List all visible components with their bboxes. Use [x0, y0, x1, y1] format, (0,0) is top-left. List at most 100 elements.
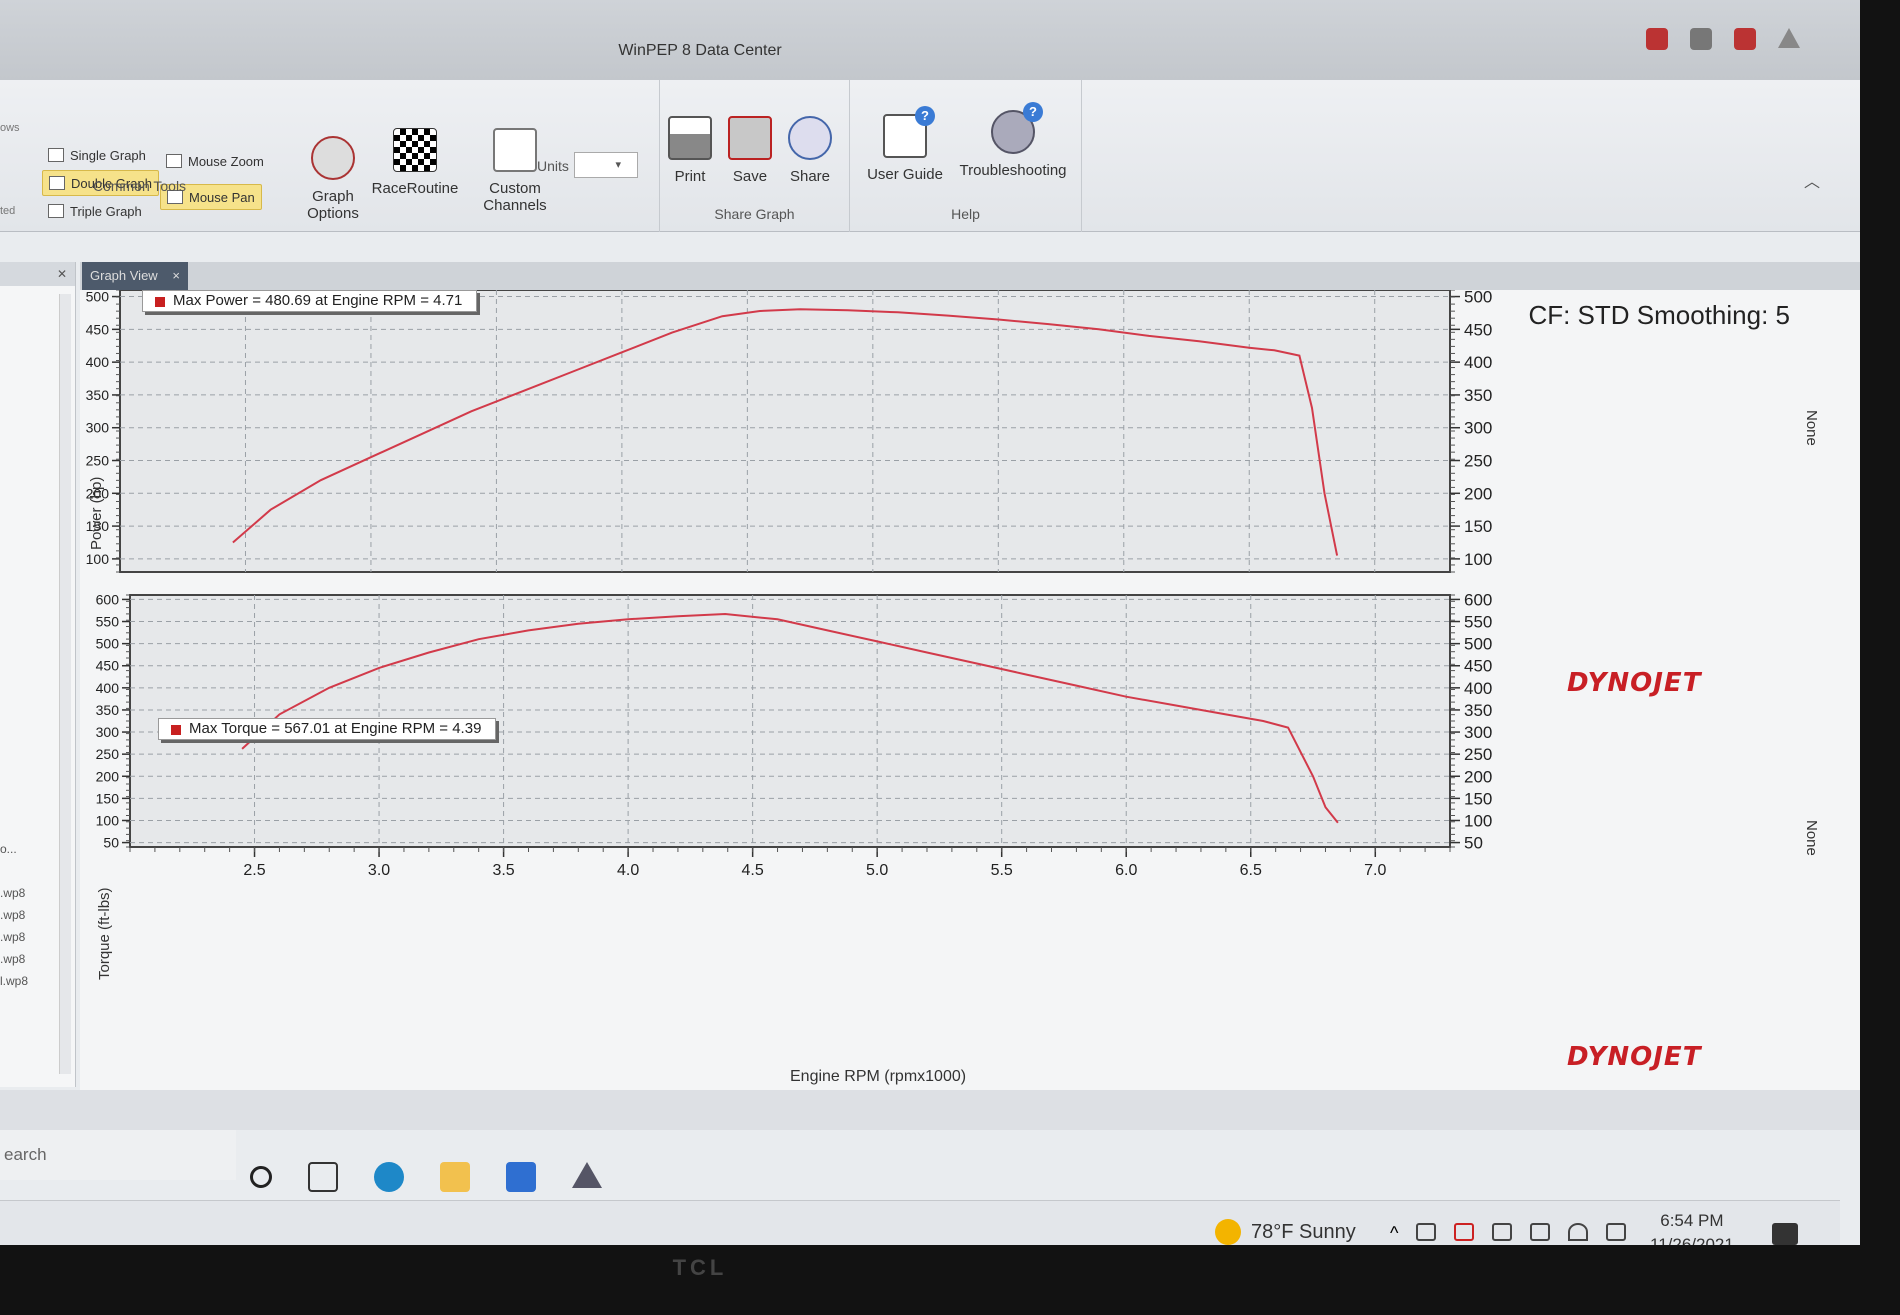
- share-button[interactable]: Share: [778, 116, 842, 185]
- display-icon[interactable]: [1492, 1223, 1513, 1241]
- save-label: Save: [732, 168, 768, 185]
- file-item[interactable]: .wp8: [0, 882, 28, 904]
- printer-icon: [668, 116, 712, 160]
- clock[interactable]: 6:54 PM 11/26/2021: [1650, 1209, 1734, 1245]
- document-tab-bar: Graph View ×: [80, 262, 1860, 290]
- wifi-icon[interactable]: [1568, 1223, 1589, 1241]
- user-guide-button[interactable]: ? User Guide: [860, 106, 950, 183]
- tab-graph-view-label: Graph View: [90, 268, 158, 283]
- x-tick-label: 5.5: [991, 862, 1013, 879]
- torque-y-tick-label: 300: [96, 724, 120, 740]
- x-tick-label: 6.0: [1115, 862, 1137, 879]
- notifications-icon[interactable]: [1772, 1223, 1798, 1245]
- taskbar-apps: [250, 1162, 602, 1192]
- torque-y2-tick-label: 450: [1464, 657, 1492, 676]
- power-y-tick-label: 400: [86, 354, 110, 370]
- file-item[interactable]: .wp8: [0, 926, 28, 948]
- edge-icon[interactable]: [374, 1162, 404, 1192]
- share-graph-group: Print Save Share Share Graph: [660, 80, 850, 232]
- power-right-axis-label: None: [1803, 410, 1820, 446]
- window-title: WinPEP 8 Data Center: [618, 42, 782, 59]
- save-button[interactable]: Save: [718, 116, 782, 185]
- user-guide-icon: ?: [883, 106, 935, 158]
- triple-graph-button[interactable]: Triple Graph: [42, 198, 148, 224]
- power-y-tick-label: 350: [86, 387, 110, 403]
- app-triangle-icon[interactable]: [1778, 28, 1800, 48]
- status-area: [0, 1090, 1860, 1130]
- battery-icon[interactable]: [1530, 1223, 1551, 1241]
- cortana-icon[interactable]: [250, 1166, 272, 1188]
- chevron-up-icon[interactable]: ^: [1390, 1223, 1398, 1244]
- graph-view[interactable]: Dynojet Research Two Auto Solutions Dyno…: [80, 290, 1860, 1090]
- print-button[interactable]: Print: [658, 116, 722, 185]
- graph-options-icon: [311, 136, 355, 180]
- power-legend: Max Power = 480.69 at Engine RPM = 4.71: [142, 290, 478, 312]
- file-explorer-icon[interactable]: [440, 1162, 470, 1192]
- torque-y-tick-label: 50: [103, 835, 119, 851]
- checkered-flag-icon: [393, 128, 437, 172]
- torque-y2-tick-label: 200: [1464, 767, 1492, 786]
- weather-widget[interactable]: 78°F Sunny: [1215, 1219, 1356, 1245]
- units-dropdown[interactable]: ▾: [574, 152, 638, 178]
- torque-y-tick-label: 550: [96, 614, 120, 630]
- torque-y2-tick-label: 250: [1464, 745, 1492, 764]
- screen: WinPEP 8 Data Center ows ted Single Grap…: [0, 0, 1860, 1245]
- race-routine-label: RaceRoutine: [371, 180, 459, 197]
- x-tick-label: 4.5: [742, 862, 764, 879]
- power-plot-area: [119, 290, 1451, 573]
- file-item[interactable]: l.wp8: [0, 970, 28, 992]
- left-panel-ellipsis: o...: [0, 842, 17, 856]
- torque-legend: Max Torque = 567.01 at Engine RPM = 4.39: [158, 718, 497, 740]
- onedrive-error-icon[interactable]: [1454, 1223, 1475, 1241]
- x-tick-label: 6.5: [1240, 862, 1262, 879]
- torque-legend-swatch: [171, 725, 181, 735]
- troubleshooting-label: Troubleshooting: [959, 162, 1067, 179]
- power-y2-tick-label: 350: [1464, 386, 1492, 405]
- ribbon-collapse-icon[interactable]: ︿: [1804, 168, 1820, 192]
- print-label: Print: [674, 168, 706, 185]
- clock-date: 11/26/2021: [1650, 1235, 1734, 1245]
- torque-y2-tick-label: 100: [1464, 811, 1492, 830]
- x-tick-label: 7.0: [1364, 862, 1386, 879]
- power-y-tick-label: 300: [86, 420, 110, 436]
- power-legend-swatch: [155, 297, 165, 307]
- clock-time: 6:54 PM: [1660, 1211, 1724, 1230]
- winpep-icon[interactable]: [572, 1162, 602, 1188]
- share-icon: [788, 116, 832, 160]
- file-item[interactable]: .wp8: [0, 904, 28, 926]
- close-icon[interactable]: ×: [172, 262, 180, 290]
- mouse-zoom-button[interactable]: Mouse Zoom: [160, 148, 270, 174]
- common-tools-label: Common Tools: [92, 178, 187, 194]
- torque-y-tick-label: 200: [96, 768, 120, 784]
- torque-y2-tick-label: 50: [1464, 834, 1483, 853]
- app-shield-icon[interactable]: [1734, 28, 1756, 50]
- app-red-icon[interactable]: [1646, 28, 1668, 50]
- store-icon[interactable]: [506, 1162, 536, 1192]
- x-tick-label: 2.5: [243, 862, 265, 879]
- power-y2-tick-label: 300: [1464, 419, 1492, 438]
- ribbon-cut-label: ows: [0, 122, 20, 134]
- left-panel-scrollbar[interactable]: [59, 294, 71, 1074]
- volume-icon[interactable]: [1606, 1223, 1627, 1241]
- torque-y-tick-label: 600: [96, 591, 120, 607]
- tray-icons: ^: [1390, 1223, 1627, 1244]
- meet-icon[interactable]: [1416, 1223, 1437, 1241]
- race-routine-button[interactable]: RaceRoutine: [360, 128, 470, 197]
- system-tray: 78°F Sunny ^ 6:54 PM 11/26/2021: [0, 1200, 1840, 1245]
- task-view-icon[interactable]: [308, 1162, 338, 1192]
- torque-y2-tick-label: 300: [1464, 723, 1492, 742]
- app-gray-icon[interactable]: [1690, 28, 1712, 50]
- single-graph-button[interactable]: Single Graph: [42, 142, 152, 168]
- search-input[interactable]: earch: [0, 1130, 236, 1180]
- torque-y-tick-label: 100: [96, 812, 120, 828]
- dynojet-logo-top: DYNOJET: [1567, 668, 1702, 698]
- triple-graph-label: Triple Graph: [70, 203, 142, 219]
- common-tools-group: Single Graph Double Graph Triple Graph M…: [20, 80, 660, 232]
- title-bar: WinPEP 8 Data Center: [0, 0, 1860, 80]
- torque-y-tick-label: 500: [96, 636, 120, 652]
- troubleshooting-button[interactable]: ? Troubleshooting: [950, 102, 1076, 179]
- file-item[interactable]: .wp8: [0, 948, 28, 970]
- tab-graph-view[interactable]: Graph View ×: [82, 262, 188, 290]
- power-y2-tick-label: 100: [1464, 550, 1492, 569]
- torque-y-tick-label: 450: [96, 658, 120, 674]
